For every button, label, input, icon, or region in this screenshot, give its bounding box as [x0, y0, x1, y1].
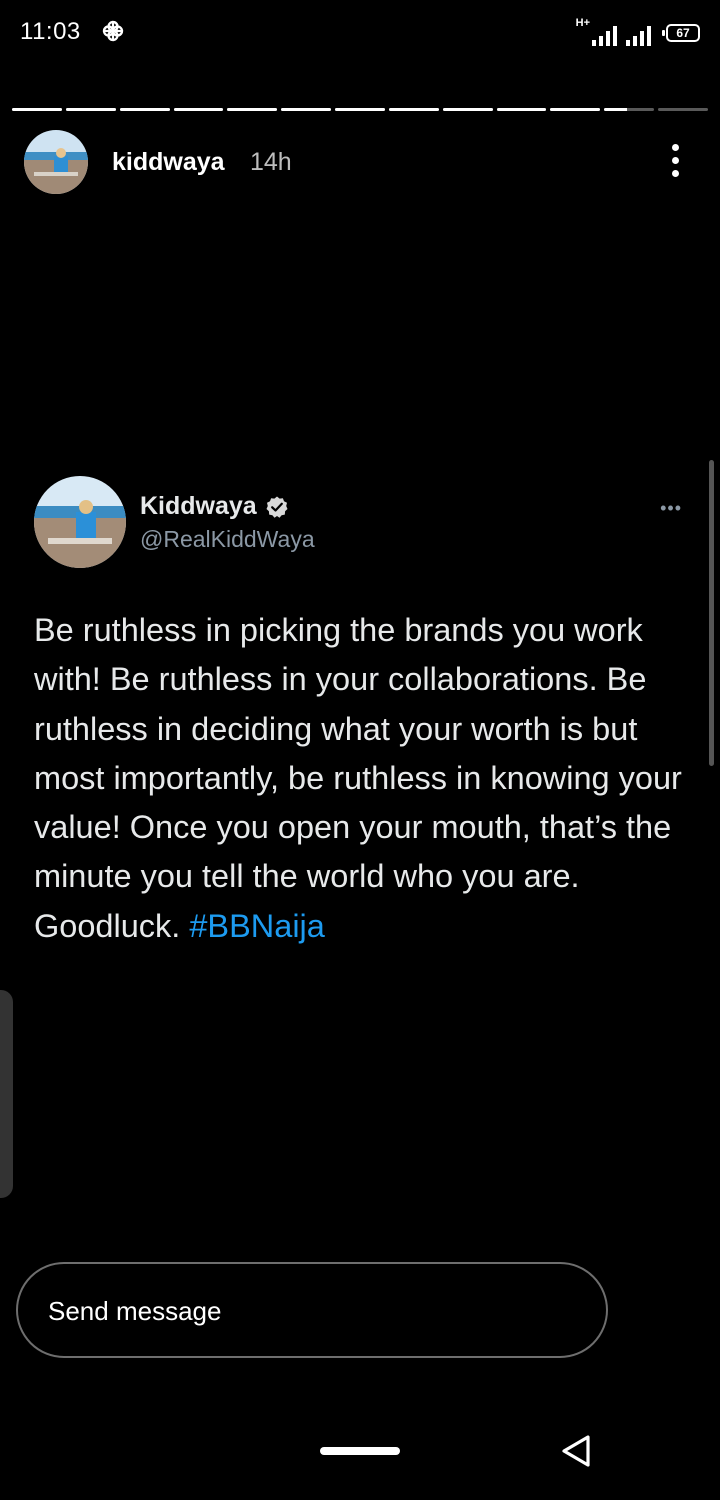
tweet-handle: @RealKiddWaya: [140, 526, 315, 552]
status-indicators: H+ 67: [576, 18, 700, 46]
progress-segment: [173, 108, 224, 111]
progress-segment-fill: [388, 108, 439, 111]
avatar[interactable]: [24, 130, 88, 194]
send-message-input[interactable]: Send message: [16, 1262, 608, 1358]
hashtag-link[interactable]: #BBNaija: [189, 908, 325, 944]
progress-segment: [442, 108, 493, 111]
progress-segment-fill: [65, 108, 116, 111]
home-pill-icon[interactable]: [320, 1447, 400, 1455]
more-vertical-icon[interactable]: [670, 144, 680, 178]
progress-segment: [604, 108, 655, 111]
progress-segment-fill: [173, 108, 224, 111]
story-timestamp: 14h: [250, 148, 292, 176]
progress-segment: [227, 108, 278, 111]
signal-icon: [592, 26, 617, 46]
progress-segment: [281, 108, 332, 111]
battery-icon: 67: [662, 24, 700, 42]
more-horizontal-icon[interactable]: •••: [660, 498, 682, 519]
progress-segment-fill: [281, 108, 332, 111]
story-header: kiddwaya 14h: [24, 130, 696, 196]
story-progress-bar: [12, 108, 708, 112]
status-time: 11:03: [20, 18, 81, 45]
tweet-display-name: Kiddwaya: [140, 492, 257, 520]
tweet-text: Be ruthless in picking the brands you wo…: [34, 606, 694, 951]
tweet-author: Kiddwaya: [140, 492, 289, 521]
progress-segment-fill: [335, 108, 385, 111]
story-username[interactable]: kiddwaya: [112, 148, 225, 177]
progress-segment: [65, 108, 116, 111]
progress-segment: [550, 108, 601, 111]
network-type-badge: H+: [575, 17, 590, 29]
pinwheel-icon: [102, 20, 124, 42]
edge-panel-handle[interactable]: [0, 990, 13, 1198]
verified-badge-icon: [266, 496, 288, 518]
status-bar: 11:03 H+ 67: [0, 0, 720, 66]
progress-segment: [335, 108, 385, 111]
send-message-placeholder: Send message: [48, 1296, 222, 1326]
progress-segment: [119, 108, 170, 111]
progress-segment-fill: [12, 108, 62, 111]
progress-segment-fill: [227, 108, 278, 111]
progress-segment-fill: [604, 108, 627, 111]
progress-segment: [12, 108, 62, 111]
progress-segment-fill: [550, 108, 601, 111]
progress-segment-fill: [442, 108, 493, 111]
progress-segment-fill: [119, 108, 170, 111]
signal-icon-sim2: [626, 26, 651, 46]
progress-segment: [658, 108, 708, 111]
scrollbar[interactable]: [709, 460, 714, 766]
back-triangle-icon[interactable]: [558, 1433, 594, 1469]
tweet-body: Be ruthless in picking the brands you wo…: [34, 612, 682, 944]
tweet-avatar: [34, 476, 126, 568]
progress-segment: [388, 108, 439, 111]
progress-segment: [496, 108, 547, 111]
progress-segment-fill: [496, 108, 547, 111]
